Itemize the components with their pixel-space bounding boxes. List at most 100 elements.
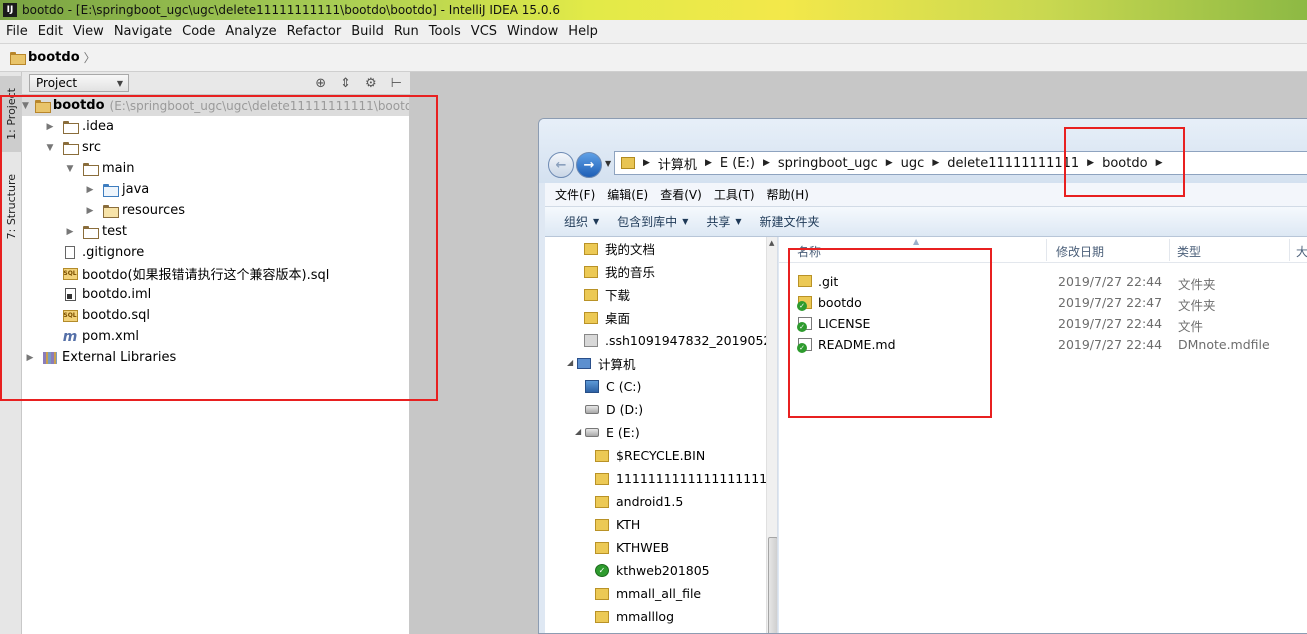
recent-locations-dropdown-icon[interactable]: ▼ [605, 159, 611, 168]
nav-item-ssh[interactable]: .ssh1091947832_2019052 [584, 329, 771, 352]
tree-node-idea[interactable]: ▶ .idea [44, 116, 114, 137]
tree-collapsed-arrow-icon[interactable]: ▶ [24, 353, 36, 363]
address-segment-computer[interactable]: 计算机 [658, 154, 697, 173]
tree-node-test[interactable]: ▶ test [64, 221, 127, 242]
address-separator-icon[interactable]: ▶ [1156, 158, 1163, 168]
scroll-up-arrow-icon[interactable]: ▲ [769, 239, 774, 247]
menu-file[interactable]: File [0, 24, 33, 39]
menu-vcs[interactable]: VCS [466, 24, 502, 39]
project-view-selector[interactable]: Project ▼ [29, 74, 129, 92]
nav-item-kth[interactable]: KTH [595, 513, 640, 536]
tree-node-bootdo-iml[interactable]: bootdo.iml [56, 284, 151, 305]
breadcrumb-project[interactable]: bootdo [28, 50, 80, 65]
tree-node-pom-xml[interactable]: m pom.xml [56, 326, 139, 347]
tree-collapsed-arrow-icon[interactable]: ▶ [64, 227, 76, 237]
collapse-all-icon[interactable]: ⇕ [340, 76, 351, 91]
tree-collapsed-arrow-icon[interactable]: ▶ [84, 206, 96, 216]
address-separator-icon[interactable]: ▶ [1087, 158, 1094, 168]
locate-target-icon[interactable]: ⊕ [315, 76, 326, 91]
explorer-menu-help[interactable]: 帮助(H) [757, 186, 809, 203]
nav-item-recycle-bin[interactable]: $RECYCLE.BIN [595, 444, 705, 467]
address-separator-icon[interactable]: ▶ [932, 158, 939, 168]
address-bar[interactable]: ▶ 计算机 ▶ E (E:) ▶ springboot_ugc ▶ ugc ▶ … [614, 151, 1307, 175]
tree-node-bootdo-root[interactable]: ▼ bootdo (E:\springboot_ugc\ugc\delete11… [22, 95, 409, 116]
nav-item-mmall-all-file[interactable]: mmall_all_file [595, 582, 701, 605]
menu-navigate[interactable]: Navigate [109, 24, 177, 39]
tool-tab-project[interactable]: 1: Project [0, 76, 22, 152]
hide-panel-icon[interactable]: ⊢ [391, 76, 402, 91]
nav-pane-scrollbar[interactable]: ▲ [766, 237, 777, 633]
new-folder-button[interactable]: 新建文件夹 [760, 213, 820, 230]
nav-item-music[interactable]: 我的音乐 [584, 260, 655, 283]
nav-item-desktop[interactable]: 桌面 [584, 306, 630, 329]
tree-expanded-arrow-icon[interactable]: ◢ [575, 427, 581, 436]
column-header-date[interactable]: 修改日期 [1056, 243, 1104, 260]
column-header-size[interactable]: 大 [1296, 243, 1307, 260]
tree-node-java[interactable]: ▶ java [84, 179, 149, 200]
column-divider[interactable] [1289, 239, 1290, 261]
address-separator-icon[interactable]: ▶ [643, 158, 650, 168]
tree-node-src[interactable]: ▼ src [44, 137, 101, 158]
menu-window[interactable]: Window [502, 24, 563, 39]
tree-expanded-arrow-icon[interactable]: ▼ [44, 143, 56, 153]
column-divider[interactable] [1046, 239, 1047, 261]
menu-code[interactable]: Code [177, 24, 220, 39]
tree-node-external-libraries[interactable]: ▶ External Libraries [24, 347, 177, 368]
address-separator-icon[interactable]: ▶ [763, 158, 770, 168]
file-row-bootdo[interactable]: bootdo 2019/7/27 22:47 文件夹 [779, 292, 1307, 313]
tree-collapsed-arrow-icon[interactable]: ▶ [84, 185, 96, 195]
explorer-menu-file[interactable]: 文件(F) [545, 186, 595, 203]
share-button[interactable]: 共享 ▼ [706, 213, 741, 230]
nav-item-mmalllog[interactable]: mmalllog [595, 605, 674, 628]
nav-item-kthweb[interactable]: KTHWEB [595, 536, 669, 559]
menu-analyze[interactable]: Analyze [220, 24, 281, 39]
tree-expanded-arrow-icon[interactable]: ▼ [64, 164, 76, 174]
address-segment-bootdo[interactable]: bootdo [1102, 156, 1147, 171]
explorer-menu-tools[interactable]: 工具(T) [704, 186, 755, 203]
nav-item-drive-d[interactable]: D (D:) [585, 398, 643, 421]
menu-view[interactable]: View [68, 24, 109, 39]
tree-expanded-arrow-icon[interactable]: ◢ [567, 358, 573, 367]
menu-refactor[interactable]: Refactor [282, 24, 347, 39]
scrollbar-thumb[interactable] [768, 537, 777, 633]
tool-tab-structure[interactable]: 7: Structure [0, 166, 22, 248]
tree-expanded-arrow-icon[interactable]: ▼ [22, 101, 29, 111]
column-divider[interactable] [1169, 239, 1170, 261]
menu-edit[interactable]: Edit [33, 24, 68, 39]
include-in-library-button[interactable]: 包含到库中 ▼ [617, 213, 688, 230]
nav-item-documents[interactable]: 我的文档 [584, 237, 655, 260]
nav-item-111[interactable]: 111111111111111111111 [595, 467, 777, 490]
tree-node-bootdo-sql[interactable]: SQL bootdo.sql [56, 305, 150, 326]
menu-help[interactable]: Help [563, 24, 603, 39]
column-header-type[interactable]: 类型 [1177, 243, 1201, 260]
organize-button[interactable]: 组织 ▼ [564, 213, 599, 230]
address-segment-ugc[interactable]: ugc [901, 156, 925, 171]
file-row-license[interactable]: LICENSE 2019/7/27 22:44 文件 [779, 313, 1307, 334]
nav-item-computer[interactable]: 计算机 [577, 352, 636, 375]
nav-item-kthweb201805[interactable]: ✓ kthweb201805 [595, 559, 710, 582]
forward-button[interactable]: → [576, 152, 602, 178]
address-segment-springboot-ugc[interactable]: springboot_ugc [778, 156, 878, 171]
back-button[interactable]: ← [548, 152, 574, 178]
nav-item-drive-c[interactable]: C (C:) [585, 375, 641, 398]
nav-item-android[interactable]: android1.5 [595, 490, 683, 513]
address-separator-icon[interactable]: ▶ [886, 158, 893, 168]
address-separator-icon[interactable]: ▶ [705, 158, 712, 168]
column-header-name[interactable]: 名称 [797, 243, 821, 260]
file-row-readme[interactable]: README.md 2019/7/27 22:44 DMnote.mdfile [779, 334, 1307, 355]
tree-node-gitignore[interactable]: .gitignore [56, 242, 144, 263]
explorer-menu-edit[interactable]: 编辑(E) [597, 186, 648, 203]
gear-icon[interactable]: ⚙ [365, 76, 377, 91]
tree-node-bootdo-compat-sql[interactable]: SQL bootdo(如果报错请执行这个兼容版本).sql [56, 263, 329, 284]
address-segment-drive-e[interactable]: E (E:) [720, 156, 755, 171]
address-segment-delete[interactable]: delete11111111111 [947, 156, 1079, 171]
tree-node-resources[interactable]: ▶ resources [84, 200, 185, 221]
menu-tools[interactable]: Tools [424, 24, 466, 39]
menu-run[interactable]: Run [389, 24, 424, 39]
explorer-menu-view[interactable]: 查看(V) [650, 186, 702, 203]
menu-build[interactable]: Build [346, 24, 389, 39]
tree-node-main[interactable]: ▼ main [64, 158, 134, 179]
file-row-git[interactable]: .git 2019/7/27 22:44 文件夹 [779, 271, 1307, 292]
tree-collapsed-arrow-icon[interactable]: ▶ [44, 122, 56, 132]
nav-item-drive-e[interactable]: E (E:) [585, 421, 640, 444]
